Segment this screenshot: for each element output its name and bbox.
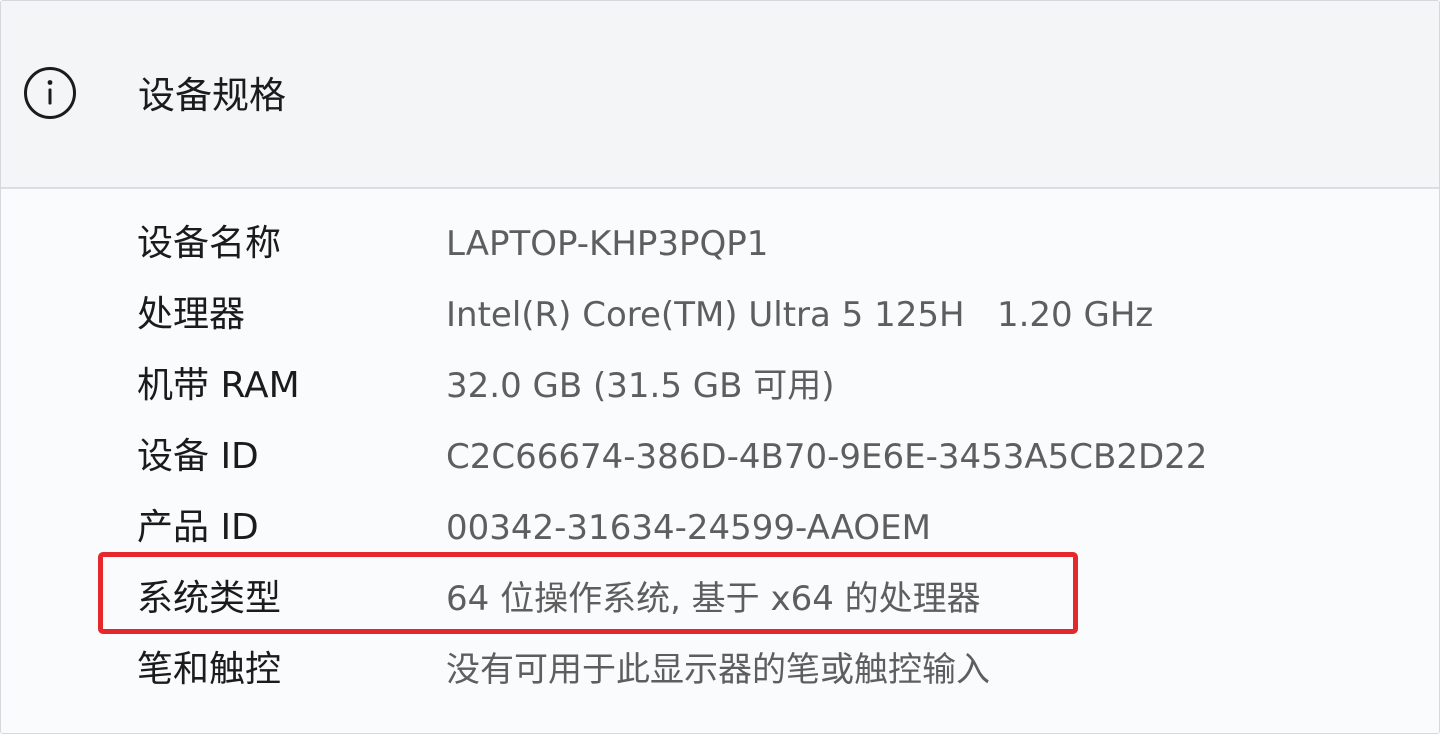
section-title: 设备规格 [138,74,286,117]
spec-row-device-id: 设备 ID C2C66674-386D-4B70-9E6E-3453A5CB2D… [0,429,1438,485]
spec-value-system-type: 64 位操作系统, 基于 x64 的处理器 [446,579,981,619]
spec-value-processor: Intel(R) Core(TM) Ultra 5 125H 1.20 GHz [446,295,1154,335]
spec-label-device-name: 设备名称 [137,223,282,264]
spec-row-system-type: 系统类型 64 位操作系统, 基于 x64 的处理器 [0,571,1438,627]
section-header[interactable]: 设备规格 [1,1,1439,189]
spec-value-ram: 32.0 GB (31.5 GB 可用) [446,366,835,406]
spec-label-processor: 处理器 [137,294,246,335]
spec-value-product-id: 00342-31634-24599-AAOEM [446,508,931,548]
spec-row-processor: 处理器 Intel(R) Core(TM) Ultra 5 125H 1.20 … [0,287,1438,343]
spec-label-pen-touch: 笔和触控 [137,649,282,690]
spec-row-product-id: 产品 ID 00342-31634-24599-AAOEM [0,500,1438,556]
spec-value-device-name: LAPTOP-KHP3PQP1 [446,224,769,264]
spec-label-system-type: 系统类型 [137,578,282,619]
spec-value-pen-touch: 没有可用于此显示器的笔或触控输入 [446,650,990,690]
info-circle-icon [24,67,76,119]
spec-label-device-id: 设备 ID [137,436,259,477]
spec-row-ram: 机带 RAM 32.0 GB (31.5 GB 可用) [0,358,1438,414]
spec-row-pen-touch: 笔和触控 没有可用于此显示器的笔或触控输入 [0,642,1438,698]
spec-label-ram: 机带 RAM [137,365,300,406]
spec-label-product-id: 产品 ID [137,507,259,548]
spec-value-device-id: C2C66674-386D-4B70-9E6E-3453A5CB2D22 [446,437,1208,477]
spec-row-device-name: 设备名称 LAPTOP-KHP3PQP1 [0,216,1438,272]
